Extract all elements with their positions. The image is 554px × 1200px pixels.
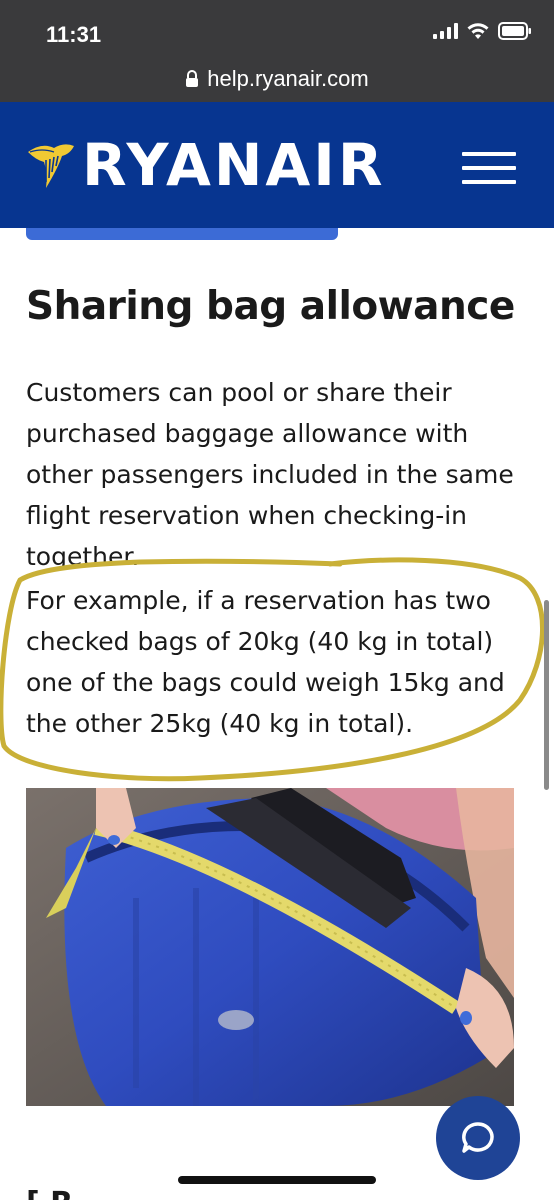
next-section-heading: [ R [26,1186,73,1200]
status-time: 11:31 [46,22,102,47]
article-paragraph-1: Customers can pool or share their purcha… [26,378,514,568]
article-paragraph-2: For example, if a reservation has two ch… [26,586,505,738]
site-header: RYANAIR [0,102,554,228]
status-icons [433,22,532,40]
chat-bubble-icon [462,1122,494,1153]
lock-icon [186,70,199,87]
cellular-signal-icon [433,23,458,39]
ryanair-logo[interactable]: RYANAIR [24,136,386,194]
chat-button[interactable] [436,1096,520,1180]
suitcase-photo [26,788,514,1106]
hamburger-menu-icon[interactable] [462,152,516,190]
tab-indicator [26,228,338,240]
url-text: help.ryanair.com [207,66,369,91]
scrollbar-thumb[interactable] [544,600,549,790]
wifi-icon [467,23,489,39]
browser-address-bar[interactable]: help.ryanair.com [0,58,554,102]
battery-icon [498,22,531,40]
article-title: Sharing bag allowance [26,284,515,329]
harp-logo-icon [28,144,74,188]
home-indicator [178,1176,376,1184]
status-bar: 11:31 [0,0,554,58]
logo-text: RYANAIR [82,131,386,199]
